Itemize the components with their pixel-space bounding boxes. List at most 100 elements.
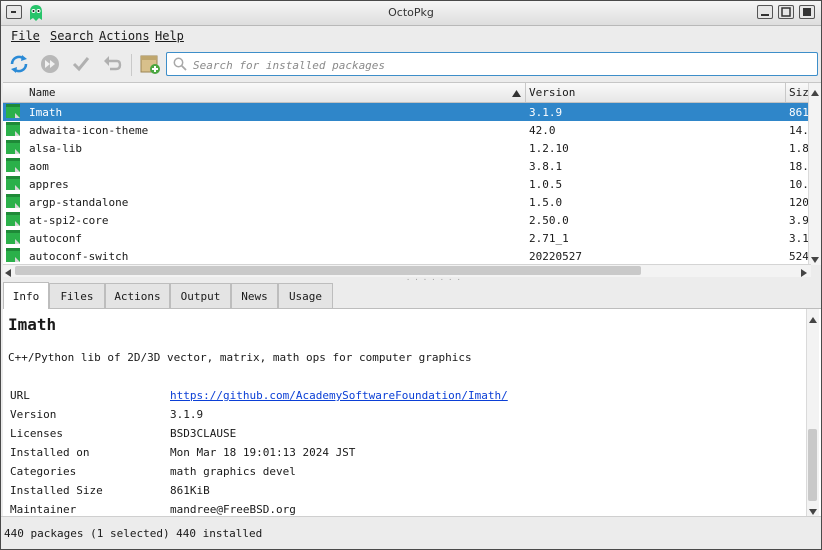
app-window: OctoPkg File Search Actions Help Search … (0, 0, 822, 550)
installed-package-icon (6, 248, 20, 262)
menu-file-label: File (11, 29, 40, 43)
table-vertical-scrollbar[interactable] (808, 83, 821, 265)
cell-name: autoconf-switch (29, 250, 129, 263)
scroll-left-arrow-icon[interactable] (5, 267, 11, 280)
field-value-version: 3.1.9 (170, 408, 204, 421)
menu-bar: File Search Actions Help (1, 26, 821, 47)
table-row[interactable]: Imath 3.1.9 861 (3, 103, 811, 121)
installed-package-icon (6, 212, 20, 226)
field-label-maintainer: Maintainer (10, 503, 77, 516)
field-label-installed-size: Installed Size (10, 484, 103, 497)
scroll-down-arrow-icon[interactable] (811, 253, 819, 265)
installed-package-icon (6, 194, 20, 208)
menu-search-label: Search (50, 29, 94, 43)
close-icon[interactable] (799, 5, 815, 19)
tab-actions[interactable]: Actions (105, 283, 170, 308)
table-row[interactable]: at-spi2-core 2.50.0 3.9 (3, 211, 811, 229)
cell-name: aom (29, 160, 49, 173)
cell-name: Imath (29, 106, 63, 119)
search-input[interactable] (191, 55, 795, 75)
field-label-licenses: Licenses (10, 427, 63, 440)
cell-name: autoconf (29, 232, 82, 245)
table-row[interactable]: autoconf 2.71_1 3.1 (3, 229, 811, 247)
field-value-installed-on: Mon Mar 18 19:01:13 2024 JST (170, 446, 356, 459)
installed-package-icon (6, 230, 20, 244)
install-local-package-icon[interactable] (138, 52, 162, 76)
tab-usage[interactable]: Usage (278, 283, 333, 308)
column-header-name[interactable]: Name (29, 86, 56, 99)
tab-news[interactable]: News (231, 283, 278, 308)
column-separator[interactable] (525, 83, 526, 102)
table-header: Name Version Size (3, 83, 816, 103)
maximize-icon[interactable] (778, 5, 794, 19)
cell-name: argp-standalone (29, 196, 129, 209)
field-value-licenses: BSD3CLAUSE (170, 427, 237, 440)
field-label-version: Version (10, 408, 57, 421)
cell-version: 1.2.10 (529, 142, 569, 155)
scroll-up-arrow-icon[interactable] (809, 313, 817, 326)
fast-forward-icon[interactable] (38, 52, 62, 76)
sort-ascending-icon (512, 87, 521, 100)
installed-package-icon (6, 140, 20, 154)
scroll-up-arrow-icon[interactable] (811, 86, 819, 99)
rollback-icon[interactable] (100, 52, 124, 76)
column-separator[interactable] (785, 83, 786, 102)
cell-name: at-spi2-core (29, 214, 109, 227)
table-row[interactable]: alsa-lib 1.2.10 1.8 (3, 139, 811, 157)
cell-version: 1.0.5 (529, 178, 563, 191)
cell-name: appres (29, 178, 69, 191)
column-header-version[interactable]: Version (529, 86, 575, 99)
info-scroll-thumb[interactable] (808, 429, 817, 501)
menu-actions[interactable]: Actions (99, 29, 150, 43)
cell-version: 1.5.0 (529, 196, 563, 209)
menu-file[interactable]: File (11, 29, 40, 43)
cell-version: 42.0 (529, 124, 556, 137)
title-bar[interactable]: OctoPkg (1, 1, 821, 26)
installed-package-icon (6, 122, 20, 136)
cell-version: 20220527 (529, 250, 582, 263)
cell-name: adwaita-icon-theme (29, 124, 149, 137)
package-title: Imath (8, 315, 57, 334)
cell-name: alsa-lib (29, 142, 82, 155)
search-icon (173, 57, 187, 74)
field-value-maintainer: mandree@FreeBSD.org (170, 503, 296, 516)
cell-version: 3.8.1 (529, 160, 563, 173)
table-row[interactable]: appres 1.0.5 10. (3, 175, 811, 193)
minimize-icon[interactable] (757, 5, 773, 19)
details-tab-bar: Info Files Actions Output News Usage (3, 282, 821, 309)
table-row[interactable]: adwaita-icon-theme 42.0 14. (3, 121, 811, 139)
field-label-url: URL (10, 389, 30, 402)
installed-package-icon (6, 104, 20, 118)
sync-icon[interactable] (7, 52, 31, 76)
field-value-installed-size: 861KiB (170, 484, 210, 497)
info-panel: Imath C++/Python lib of 2D/3D vector, ma… (3, 308, 821, 516)
menu-help-label: Help (155, 29, 184, 43)
menu-actions-label: Actions (99, 29, 150, 43)
package-description: C++/Python lib of 2D/3D vector, matrix, … (8, 351, 472, 364)
status-bar: 440 packages (1 selected) 440 installed (1, 516, 821, 549)
cell-version: 2.71_1 (529, 232, 569, 245)
menu-search[interactable]: Search (50, 29, 93, 43)
installed-package-icon (6, 158, 20, 172)
package-url-link[interactable]: https://github.com/AcademySoftwareFounda… (170, 389, 508, 402)
table-row[interactable]: argp-standalone 1.5.0 120 (3, 193, 811, 211)
info-vertical-scrollbar[interactable] (806, 309, 819, 516)
status-text: 440 packages (1 selected) 440 installed (4, 527, 263, 540)
menu-help[interactable]: Help (155, 29, 184, 43)
search-box (166, 52, 818, 76)
toolbar-separator (131, 54, 132, 76)
horizontal-scroll-thumb[interactable] (15, 266, 641, 275)
cell-version: 2.50.0 (529, 214, 569, 227)
table-row[interactable]: aom 3.8.1 18. (3, 157, 811, 175)
scroll-right-arrow-icon[interactable] (801, 267, 807, 280)
window-title: OctoPkg (388, 6, 434, 19)
commit-check-icon[interactable] (69, 52, 93, 76)
scroll-down-arrow-icon[interactable] (809, 505, 817, 516)
tab-info[interactable]: Info (3, 282, 49, 309)
tab-files[interactable]: Files (49, 283, 105, 308)
tab-output[interactable]: Output (170, 283, 231, 308)
table-row[interactable]: autoconf-switch 20220527 524 (3, 247, 811, 265)
cell-version: 3.1.9 (529, 106, 563, 119)
field-value-categories: math graphics devel (170, 465, 296, 478)
field-label-installed-on: Installed on (10, 446, 90, 459)
